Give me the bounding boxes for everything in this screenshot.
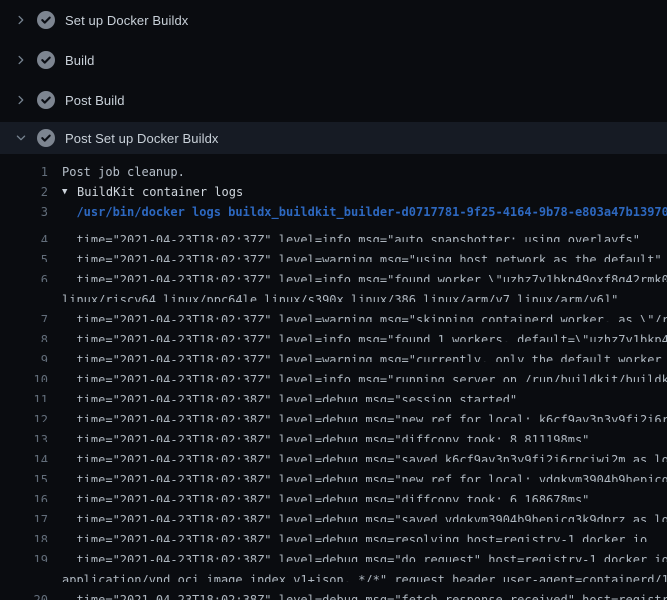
log-line: 20 time="2021-04-23T18:02:38Z" level=deb…	[0, 582, 667, 600]
log-line-number[interactable]: 19	[0, 550, 48, 562]
log-line: 3 /usr/bin/docker logs buildx_buildkit_b…	[0, 202, 667, 222]
log-line-number[interactable]: 13	[0, 430, 48, 442]
check-circle-icon	[37, 51, 55, 69]
log-line-number[interactable]: 7	[0, 310, 48, 322]
log-line-number[interactable]: 14	[0, 450, 48, 462]
actions-log-viewer: Set up Docker Buildx Build Post Buil	[0, 0, 667, 600]
log-line: 2 ▼BuildKit container logs	[0, 182, 667, 202]
log-line-text: time="2021-04-23T18:02:38Z" level=debug …	[48, 470, 667, 482]
step-row-post-build[interactable]: Post Build	[0, 80, 667, 120]
check-circle-icon	[37, 11, 55, 29]
log-line-number[interactable]: 5	[0, 250, 48, 262]
log-line-number[interactable]	[0, 290, 48, 302]
log-line-text: Post job cleanup.	[48, 162, 667, 182]
log-line-text: time="2021-04-23T18:02:38Z" level=debug …	[48, 390, 667, 402]
step-row-build[interactable]: Build	[0, 40, 667, 80]
log-line: 13 time="2021-04-23T18:02:38Z" level=deb…	[0, 422, 667, 442]
chevron-down-icon	[14, 131, 28, 145]
log-line: 11 time="2021-04-23T18:02:38Z" level=deb…	[0, 382, 667, 402]
log-line: 12 time="2021-04-23T18:02:38Z" level=deb…	[0, 402, 667, 422]
log-line: 14 time="2021-04-23T18:02:38Z" level=deb…	[0, 442, 667, 462]
log-line: 10 time="2021-04-23T18:02:37Z" level=inf…	[0, 362, 667, 382]
step-label: Post Build	[65, 93, 125, 108]
log-line-text: time="2021-04-23T18:02:38Z" level=debug …	[48, 430, 667, 442]
log-line: linux/riscv64 linux/ppc64le linux/s390x …	[0, 282, 667, 302]
log-line: 5 time="2021-04-23T18:02:37Z" level=warn…	[0, 242, 667, 262]
log-line-number[interactable]: 11	[0, 390, 48, 402]
step-label: Post Set up Docker Buildx	[65, 131, 219, 146]
log-line: 4 time="2021-04-23T18:02:37Z" level=info…	[0, 222, 667, 242]
log-line-text: application/vnd.oci.image.index.v1+json,…	[48, 570, 667, 582]
log-line-number[interactable]: 2	[0, 182, 48, 202]
log-line-text: time="2021-04-23T18:02:38Z" level=debug …	[48, 490, 667, 502]
log-line-text: time="2021-04-23T18:02:37Z" level=info m…	[48, 330, 667, 342]
log-line-text: time="2021-04-23T18:02:38Z" level=debug …	[48, 410, 667, 422]
log-line-number[interactable]: 6	[0, 270, 48, 282]
log-line-text: time="2021-04-23T18:02:37Z" level=warnin…	[48, 350, 667, 362]
step-label: Build	[65, 53, 94, 68]
log-line-text: time="2021-04-23T18:02:37Z" level=info m…	[48, 230, 667, 242]
log-line-text: time="2021-04-23T18:02:37Z" level=warnin…	[48, 250, 667, 262]
log-line-text[interactable]: ▼BuildKit container logs	[48, 182, 667, 202]
log-line: 15 time="2021-04-23T18:02:38Z" level=deb…	[0, 462, 667, 482]
log-line-number[interactable]: 18	[0, 530, 48, 542]
step-row-post-set-up-docker-buildx[interactable]: Post Set up Docker Buildx	[0, 122, 667, 154]
log-line-number[interactable]: 8	[0, 330, 48, 342]
log-line-text: linux/riscv64 linux/ppc64le linux/s390x …	[48, 290, 667, 302]
log-line: 18 time="2021-04-23T18:02:38Z" level=deb…	[0, 522, 667, 542]
log-line-text: time="2021-04-23T18:02:38Z" level=debug …	[48, 550, 667, 562]
log-line-text: time="2021-04-23T18:02:38Z" level=debug …	[48, 450, 667, 462]
log-line: 19 time="2021-04-23T18:02:38Z" level=deb…	[0, 542, 667, 562]
log-line-number[interactable]: 1	[0, 162, 48, 182]
log-line: 1 Post job cleanup.	[0, 162, 667, 182]
step-label: Set up Docker Buildx	[65, 13, 188, 28]
chevron-right-icon	[14, 93, 28, 107]
log-line-number[interactable]: 17	[0, 510, 48, 522]
log-console: 1 Post job cleanup. 2 ▼BuildKit containe…	[0, 154, 667, 600]
log-line-number[interactable]: 20	[0, 590, 48, 600]
log-line: 16 time="2021-04-23T18:02:38Z" level=deb…	[0, 482, 667, 502]
log-line-number[interactable]: 10	[0, 370, 48, 382]
log-line-text: time="2021-04-23T18:02:38Z" level=debug …	[48, 590, 667, 600]
chevron-right-icon	[14, 53, 28, 67]
chevron-right-icon	[14, 13, 28, 27]
check-circle-icon	[37, 91, 55, 109]
log-line-number[interactable]: 3	[0, 202, 48, 222]
log-line-text: time="2021-04-23T18:02:38Z" level=debug …	[48, 510, 667, 522]
log-line-number[interactable]: 15	[0, 470, 48, 482]
log-line-text: time="2021-04-23T18:02:37Z" level=warnin…	[48, 310, 667, 322]
log-line-number[interactable]: 4	[0, 230, 48, 242]
log-line-number[interactable]: 16	[0, 490, 48, 502]
log-line: application/vnd.oci.image.index.v1+json,…	[0, 562, 667, 582]
check-circle-icon	[37, 129, 55, 147]
log-line-text: time="2021-04-23T18:02:37Z" level=info m…	[48, 370, 667, 382]
log-line-number[interactable]	[0, 570, 48, 582]
log-line: 17 time="2021-04-23T18:02:38Z" level=deb…	[0, 502, 667, 522]
group-caret-icon: ▼	[62, 182, 77, 202]
log-line: 7 time="2021-04-23T18:02:37Z" level=warn…	[0, 302, 667, 322]
step-row-set-up-docker-buildx[interactable]: Set up Docker Buildx	[0, 0, 667, 40]
log-line: 8 time="2021-04-23T18:02:37Z" level=info…	[0, 322, 667, 342]
log-line-text: time="2021-04-23T18:02:38Z" level=debug …	[48, 530, 667, 542]
log-line-number[interactable]: 9	[0, 350, 48, 362]
log-line: 9 time="2021-04-23T18:02:37Z" level=warn…	[0, 342, 667, 362]
steps-list: Set up Docker Buildx Build Post Buil	[0, 0, 667, 154]
log-line: 6 time="2021-04-23T18:02:37Z" level=info…	[0, 262, 667, 282]
log-line-number[interactable]: 12	[0, 410, 48, 422]
log-line-text: time="2021-04-23T18:02:37Z" level=info m…	[48, 270, 667, 282]
log-line-text: /usr/bin/docker logs buildx_buildkit_bui…	[48, 202, 667, 222]
